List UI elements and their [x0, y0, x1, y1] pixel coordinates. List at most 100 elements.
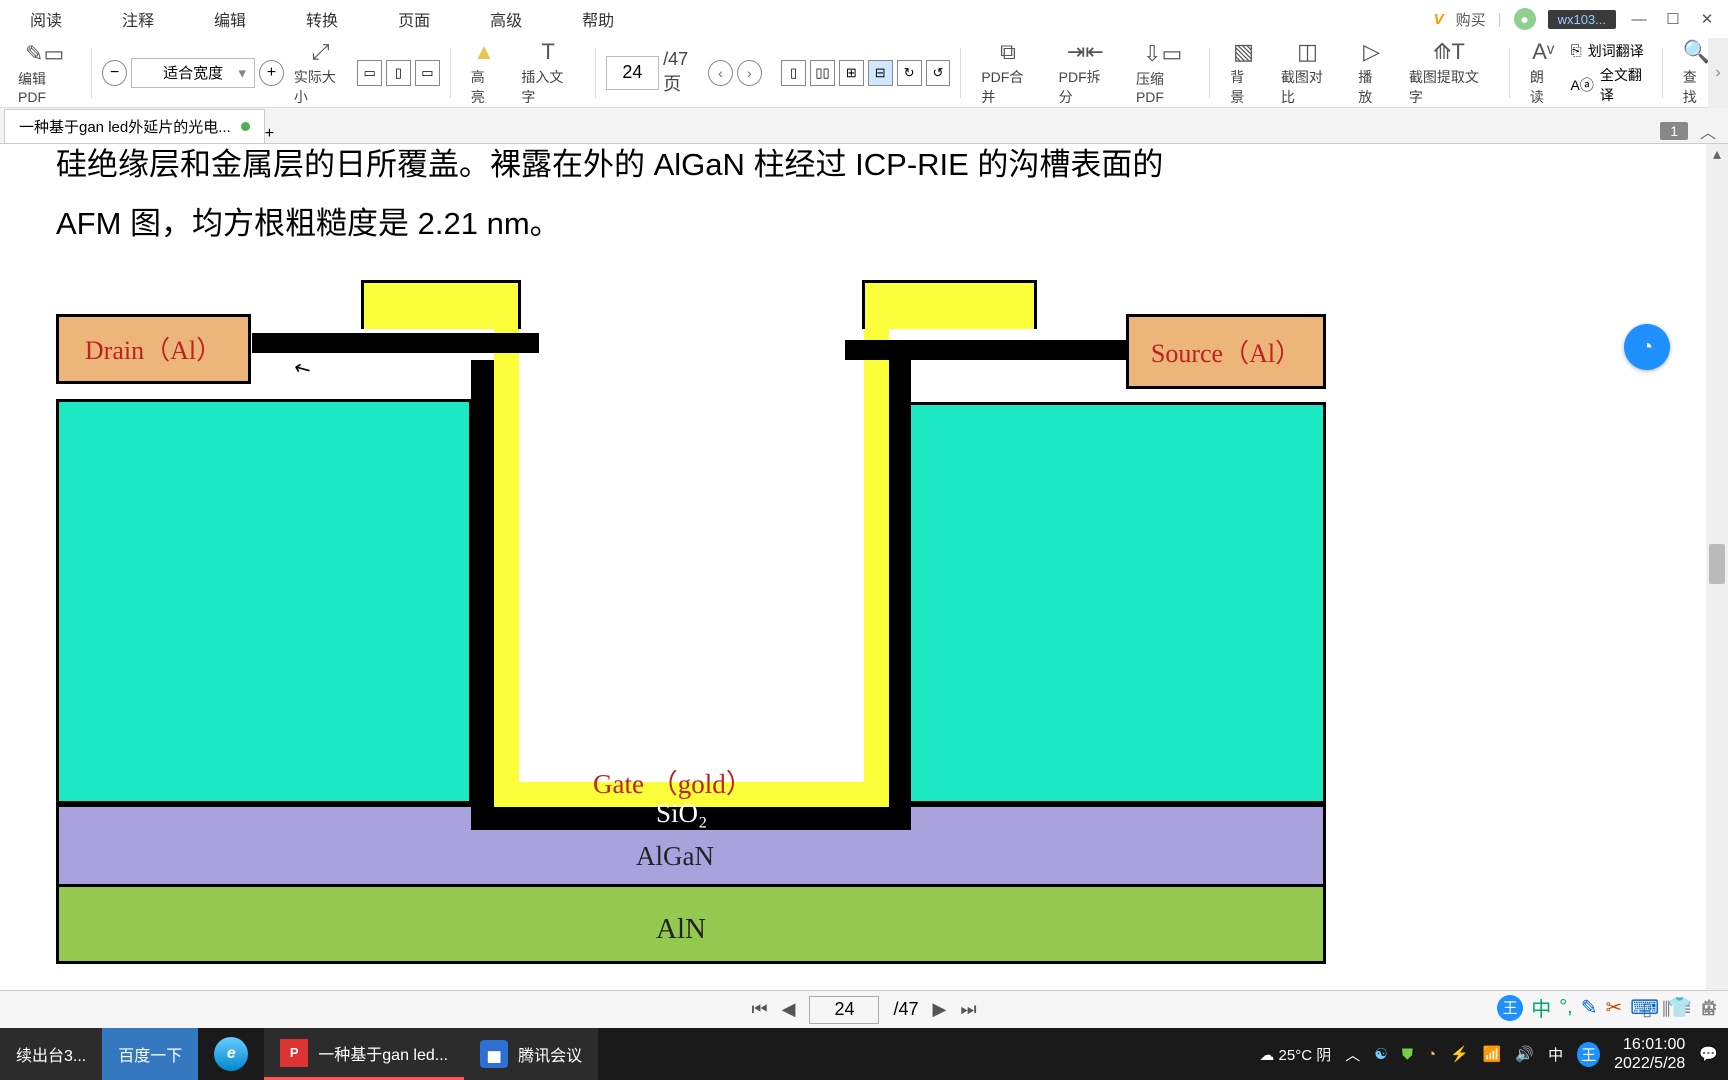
menu-page[interactable]: 页面 [398, 7, 430, 31]
avatar[interactable]: ● [1514, 8, 1536, 30]
zoom-out-button[interactable]: − [102, 60, 127, 86]
background-button[interactable]: ▧背景 [1220, 40, 1267, 106]
tray-ime[interactable]: 中 [1548, 1044, 1563, 1065]
menu-annotate[interactable]: 注释 [122, 7, 154, 31]
label-sio2: SiO₂ [656, 798, 707, 829]
compare-button[interactable]: ◫截图对比 [1271, 40, 1344, 106]
scroll-up-icon[interactable]: ▴ [1706, 144, 1728, 164]
xuetu-punct-icon[interactable]: °, [1559, 996, 1573, 1019]
prev-page-nav[interactable]: ◀ [782, 999, 796, 1020]
xuetu-ime-icon[interactable]: 中 [1531, 993, 1551, 1022]
pdf-merge-button[interactable]: ⧉PDF合并 [971, 40, 1044, 106]
zoom-in-button[interactable]: + [259, 60, 284, 86]
document-viewport[interactable]: 硅绝缘层和金属层的日所覆盖。裸露在外的 AlGaN 柱经过 ICP-RIE 的沟… [0, 144, 1706, 1026]
toolbar-overflow[interactable]: › [1708, 38, 1728, 108]
first-page-button[interactable]: ⏮ [751, 999, 767, 1020]
highlight-button[interactable]: ▲高亮 [461, 40, 508, 106]
rotate-ccw[interactable]: ↺ [926, 60, 951, 86]
view-mode-3[interactable]: ▭ [415, 60, 440, 86]
edit-pdf-button[interactable]: ✎▭编辑PDF [8, 40, 81, 106]
xuetu-shirt-icon[interactable]: 👕 [1667, 995, 1692, 1020]
page-input[interactable]: 24 [606, 56, 659, 90]
menu-edit[interactable]: 编辑 [214, 7, 246, 31]
tray-chevron-icon[interactable]: ︿ [1345, 1044, 1360, 1065]
layer-etch-right [886, 402, 1326, 804]
task-item-ie[interactable]: e [198, 1028, 264, 1080]
tray-sync-icon[interactable]: ☯ [1374, 1045, 1387, 1063]
mouse-cursor-icon: ↖ [289, 353, 316, 383]
xuetu-gear-icon[interactable]: ⚙ [1700, 995, 1718, 1020]
actual-size-button[interactable]: ⤢实际大小 [288, 40, 353, 106]
vertical-scrollbar[interactable]: ▴ ▾ [1706, 144, 1728, 1026]
tab-count-badge[interactable]: 1 [1660, 122, 1688, 140]
clock[interactable]: 16:01:00 2022/5/28 [1614, 1035, 1685, 1073]
layout-double[interactable]: ▯▯ [810, 60, 835, 86]
next-page-button[interactable]: › [737, 60, 762, 86]
tab-document[interactable]: 一种基于gan led外延片的光电... [4, 109, 265, 143]
tray-vol-icon[interactable]: 🔊 [1515, 1045, 1534, 1063]
layout-single[interactable]: ▯ [781, 60, 806, 86]
view-mode-1[interactable]: ▭ [357, 60, 382, 86]
minimize-icon[interactable]: — [1628, 8, 1650, 30]
page-total-label: /47 [893, 999, 918, 1020]
tray-wifi-icon[interactable]: 📶 [1483, 1045, 1502, 1063]
task-item-baidu[interactable]: 百度一下 [102, 1028, 198, 1080]
maximize-icon[interactable]: ☐ [1662, 8, 1684, 30]
scroll-thumb[interactable] [1709, 544, 1725, 584]
user-name[interactable]: wx103... [1548, 10, 1616, 29]
task-item-1[interactable]: 续出台3... [0, 1028, 102, 1080]
rotate-cw[interactable]: ↻ [897, 60, 922, 86]
close-icon[interactable]: ✕ [1696, 8, 1718, 30]
windows-taskbar: 续出台3... 百度一下 e P一种基于gan led... ▅腾讯会议 ☁ 2… [0, 1028, 1728, 1080]
insert-text-button[interactable]: T插入文字 [511, 40, 584, 106]
pdf-split-button[interactable]: ⇥⇤PDF拆分 [1049, 40, 1122, 106]
next-page-nav[interactable]: ▶ [933, 999, 947, 1020]
menu-help[interactable]: 帮助 [582, 7, 614, 31]
new-tab-button[interactable]: + [265, 125, 274, 143]
task-item-tencent[interactable]: ▅腾讯会议 [464, 1028, 598, 1080]
float-button[interactable]: ◔ [1624, 324, 1670, 370]
task-item-pdf[interactable]: P一种基于gan led... [264, 1028, 464, 1080]
extract-text-button[interactable]: ⟰T截图提取文字 [1399, 40, 1499, 106]
xuetu-cut-icon[interactable]: ✂ [1606, 995, 1623, 1020]
meeting-icon: ▅ [480, 1040, 508, 1068]
sel-translate-button[interactable]: ⎘划词翻译 [1570, 41, 1651, 61]
weather-widget[interactable]: ☁ 25°C 阴 [1259, 1044, 1331, 1065]
menu-convert[interactable]: 转换 [306, 7, 338, 31]
all-translate-button[interactable]: Aⓐ全文翻译 [1570, 65, 1651, 105]
menu-advanced[interactable]: 高级 [490, 7, 522, 31]
buy-link[interactable]: 购买 [1456, 9, 1486, 30]
read-aloud-button[interactable]: Aᵛ朗读 [1520, 40, 1567, 106]
tray-net-icon[interactable]: ⚡ [1450, 1045, 1469, 1063]
xuetu-kbd-icon[interactable]: ⌨ [1630, 995, 1659, 1020]
last-page-button[interactable]: ⏭ [960, 999, 976, 1020]
cap-left [252, 333, 539, 353]
collapse-tabs-icon[interactable]: ︿ [1700, 119, 1716, 143]
paragraph-line-2: AFM 图，均方根粗糙度是 2.21 nm。 [56, 195, 1650, 254]
play-button[interactable]: ▷播放 [1348, 40, 1395, 106]
side-toolstrip: 王 中 °, ✎ ✂ ⌨ 👕 ⚙ [1497, 993, 1718, 1022]
page-total: /47页 [663, 49, 704, 96]
source-electrode: Source（Al） [1126, 314, 1326, 389]
tray-disk-icon[interactable]: ◔ [1427, 1046, 1436, 1063]
zoom-select[interactable]: 适合宽度 [131, 58, 255, 88]
drain-electrode: Drain（Al） [56, 314, 251, 384]
menu-read[interactable]: 阅读 [30, 7, 62, 31]
xuetu-pen-icon[interactable]: ✎ [1581, 995, 1598, 1020]
notifications-icon[interactable]: 💬 [1699, 1045, 1718, 1063]
cap-right [845, 340, 1132, 360]
prev-page-button[interactable]: ‹ [708, 60, 733, 86]
device-diagram: Drain（Al） Source（Al） Gate （gold） SiO₂ Al… [56, 314, 1326, 964]
paragraph-line-1: 硅绝缘层和金属层的日所覆盖。裸露在外的 AlGaN 柱经过 ICP-RIE 的沟… [56, 144, 1650, 195]
page-number-input[interactable]: 24 [809, 996, 879, 1024]
layout-cont2[interactable]: ⊟ [868, 60, 893, 86]
pdf-compress-button[interactable]: ⇩▭压缩PDF [1126, 40, 1199, 106]
xuetu-wang-icon[interactable]: 王 [1497, 995, 1523, 1021]
layer-gate [494, 329, 889, 807]
layout-cont[interactable]: ⊞ [839, 60, 864, 86]
menu-bar: 阅读 注释 编辑 转换 页面 高级 帮助 [0, 0, 614, 38]
system-tray: ☁ 25°C 阴 ︿ ☯ ⛊ ◔ ⚡ 📶 🔊 中 王 16:01:00 2022… [1259, 1035, 1728, 1073]
tray-safe-icon[interactable]: ⛊ [1402, 1046, 1413, 1063]
tray-wang-icon[interactable]: 王 [1577, 1042, 1600, 1067]
view-mode-2[interactable]: ▯ [386, 60, 411, 86]
